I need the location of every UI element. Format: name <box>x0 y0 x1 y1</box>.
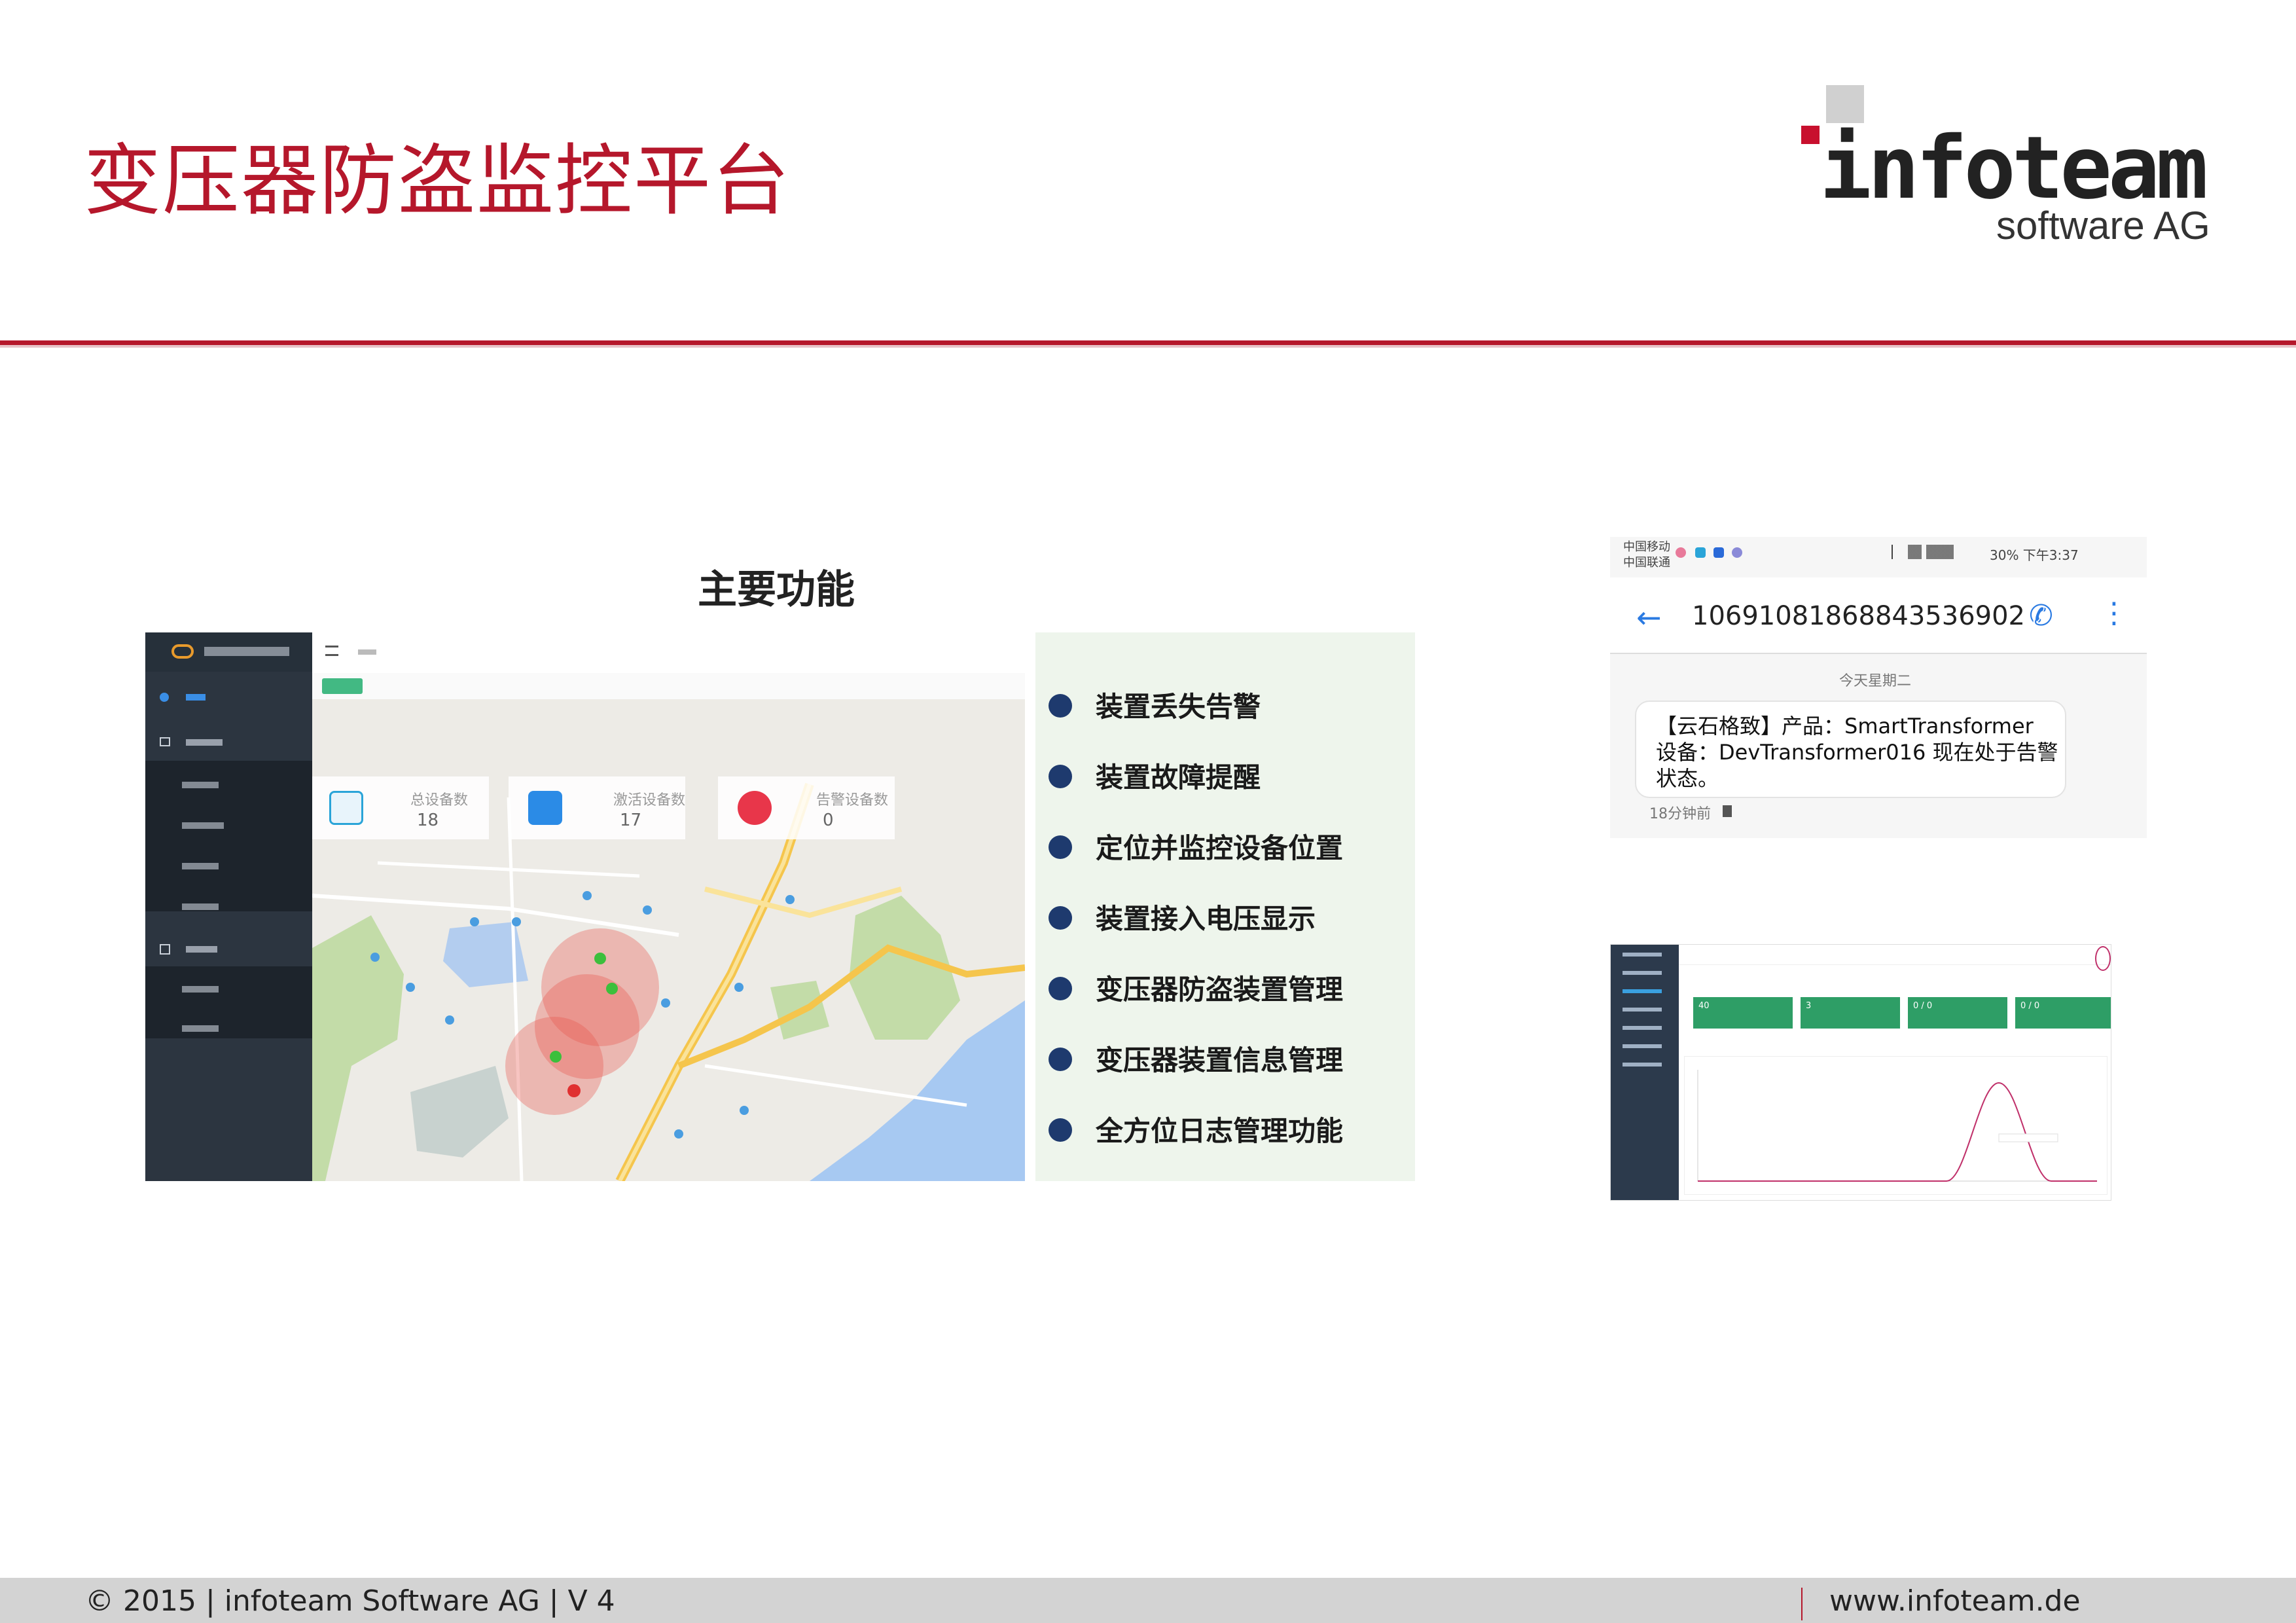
sidebar-sub-item-2[interactable] <box>182 822 224 829</box>
logo-subtitle: software AG <box>1996 204 2210 247</box>
mini-line-chart <box>1684 1056 2108 1195</box>
sidebar-app-name <box>204 647 289 656</box>
stat-label: 总设备数 <box>410 792 469 809</box>
map-canvas <box>312 699 1025 1181</box>
message-day: 今天星期二 <box>1839 673 1912 689</box>
sidebar-logo-icon <box>171 644 194 659</box>
bullet-icon <box>1049 1048 1072 1071</box>
mini-card: 0 / 0 <box>1908 997 2007 1029</box>
back-arrow-icon[interactable]: ← <box>1636 602 1662 632</box>
sidebar-sub-item-6[interactable] <box>182 1025 219 1032</box>
sidebar-item-alarms[interactable] <box>160 944 297 955</box>
stat-alarm-devices: 告警设备数 0 <box>718 776 895 839</box>
mini-close-icon[interactable] <box>2095 946 2111 971</box>
message-time: 18分钟前 <box>1649 806 1711 822</box>
logo-red-square <box>1801 126 1820 144</box>
app-notification-icons <box>1676 546 1748 559</box>
info-icon <box>738 791 772 825</box>
feature-list-panel: 装置丢失告警 装置故障提醒 定位并监控设备位置 装置接入电压显示 变压器防盗装置… <box>1035 632 1415 1181</box>
mini-card: 40 <box>1693 997 1793 1029</box>
slide-title: 变压器防盗监控平台 <box>84 136 791 226</box>
stat-active-devices: 激活设备数 17 <box>509 776 685 839</box>
bullet-icon <box>1049 977 1072 1000</box>
header-divider <box>0 340 2296 345</box>
chat-icon <box>528 791 562 825</box>
stat-value: 18 <box>417 811 439 830</box>
sidebar-logo-bar <box>145 632 312 672</box>
mini-sidebar <box>1611 945 1679 1200</box>
stat-total-devices: 总设备数 18 <box>312 776 489 839</box>
bullet-icon <box>1049 694 1072 718</box>
map-view[interactable]: 总设备数 18 激活设备数 17 告警设备数 0 <box>312 699 1025 1181</box>
mini-topbar <box>1679 945 2111 965</box>
feature-item: 装置丢失告警 <box>1096 691 1261 723</box>
features-title: 主要功能 <box>698 567 855 613</box>
monitor-icon <box>329 791 363 825</box>
sidebar-submenu-alarms <box>145 966 312 1038</box>
feature-item: 全方位日志管理功能 <box>1096 1115 1344 1147</box>
mini-card: 3 <box>1801 997 1900 1029</box>
feature-item: 变压器防盗装置管理 <box>1096 974 1344 1006</box>
mini-card: 0 / 0 <box>2015 997 2111 1029</box>
stat-label: 激活设备数 <box>613 792 686 809</box>
dashboard-sidebar <box>145 632 312 1181</box>
sim-icon <box>1723 805 1732 817</box>
more-options-icon[interactable]: ⋮ <box>2100 597 2128 630</box>
feature-item: 变压器装置信息管理 <box>1096 1044 1344 1076</box>
dashboard-screenshot: 总设备数 18 激活设备数 17 告警设备数 0 <box>145 632 1025 1181</box>
sidebar-item-home[interactable] <box>160 693 212 702</box>
message-line-3: 状态。 <box>1656 766 1719 791</box>
sms-screenshot: 中国移动 中国联通 30% 下午3:37 ← 1069108186884353​… <box>1610 537 2147 838</box>
bullet-icon <box>1049 906 1072 930</box>
stat-label: 告警设备数 <box>816 792 889 809</box>
phone-call-icon[interactable]: ✆ <box>2029 600 2053 632</box>
breadcrumb <box>358 649 376 655</box>
sidebar-sub-item-3[interactable] <box>182 863 219 869</box>
status-carriers: 中国移动 中国联通 <box>1623 539 1670 571</box>
feature-item: 装置接入电压显示 <box>1096 903 1316 935</box>
mini-dashboard-screenshot: 40 3 0 / 0 0 / 0 <box>1610 944 2111 1201</box>
stat-value: 17 <box>620 811 642 830</box>
bullet-icon <box>1049 765 1072 788</box>
stat-value: 0 <box>823 811 834 830</box>
sidebar-submenu-devices <box>145 761 312 911</box>
sidebar-sub-item-4[interactable] <box>182 903 219 910</box>
footer-copyright: © 2015 | infoteam Software AG | V 4 <box>85 1584 615 1618</box>
tabs-bar <box>312 673 1025 699</box>
carrier-1: 中国移动 <box>1623 540 1670 554</box>
feature-item: 定位并监控设备位置 <box>1096 832 1344 864</box>
status-battery-time: 30% 下午3:37 <box>1990 547 2079 563</box>
footer-separator <box>1801 1588 1803 1620</box>
sidebar-sub-item-1[interactable] <box>182 782 219 788</box>
bluetooth-icon <box>1892 545 1901 559</box>
carrier-2: 中国联通 <box>1623 556 1670 570</box>
mini-chart-canvas <box>1697 1070 2097 1182</box>
bullet-icon <box>1049 835 1072 859</box>
sidebar-sub-item-5[interactable] <box>182 986 219 993</box>
sender-number: 1069108186884353​6902 <box>1692 601 2025 631</box>
footer-website-link[interactable]: www.infoteam.de <box>1829 1584 2081 1618</box>
feature-item: 装置故障提醒 <box>1096 761 1261 793</box>
bullet-icon <box>1049 1118 1072 1142</box>
dashboard-topbar <box>312 632 1025 674</box>
menu-toggle-icon[interactable] <box>325 646 338 656</box>
signal-icon <box>1908 545 1954 559</box>
message-bubble: 【云石格致】产品：SmartTransformer 设备：DevTransfor… <box>1635 701 2066 798</box>
header-divider-shadow <box>0 345 2296 348</box>
sidebar-item-device-mgmt[interactable] <box>160 737 297 748</box>
tab-home[interactable] <box>322 678 363 694</box>
